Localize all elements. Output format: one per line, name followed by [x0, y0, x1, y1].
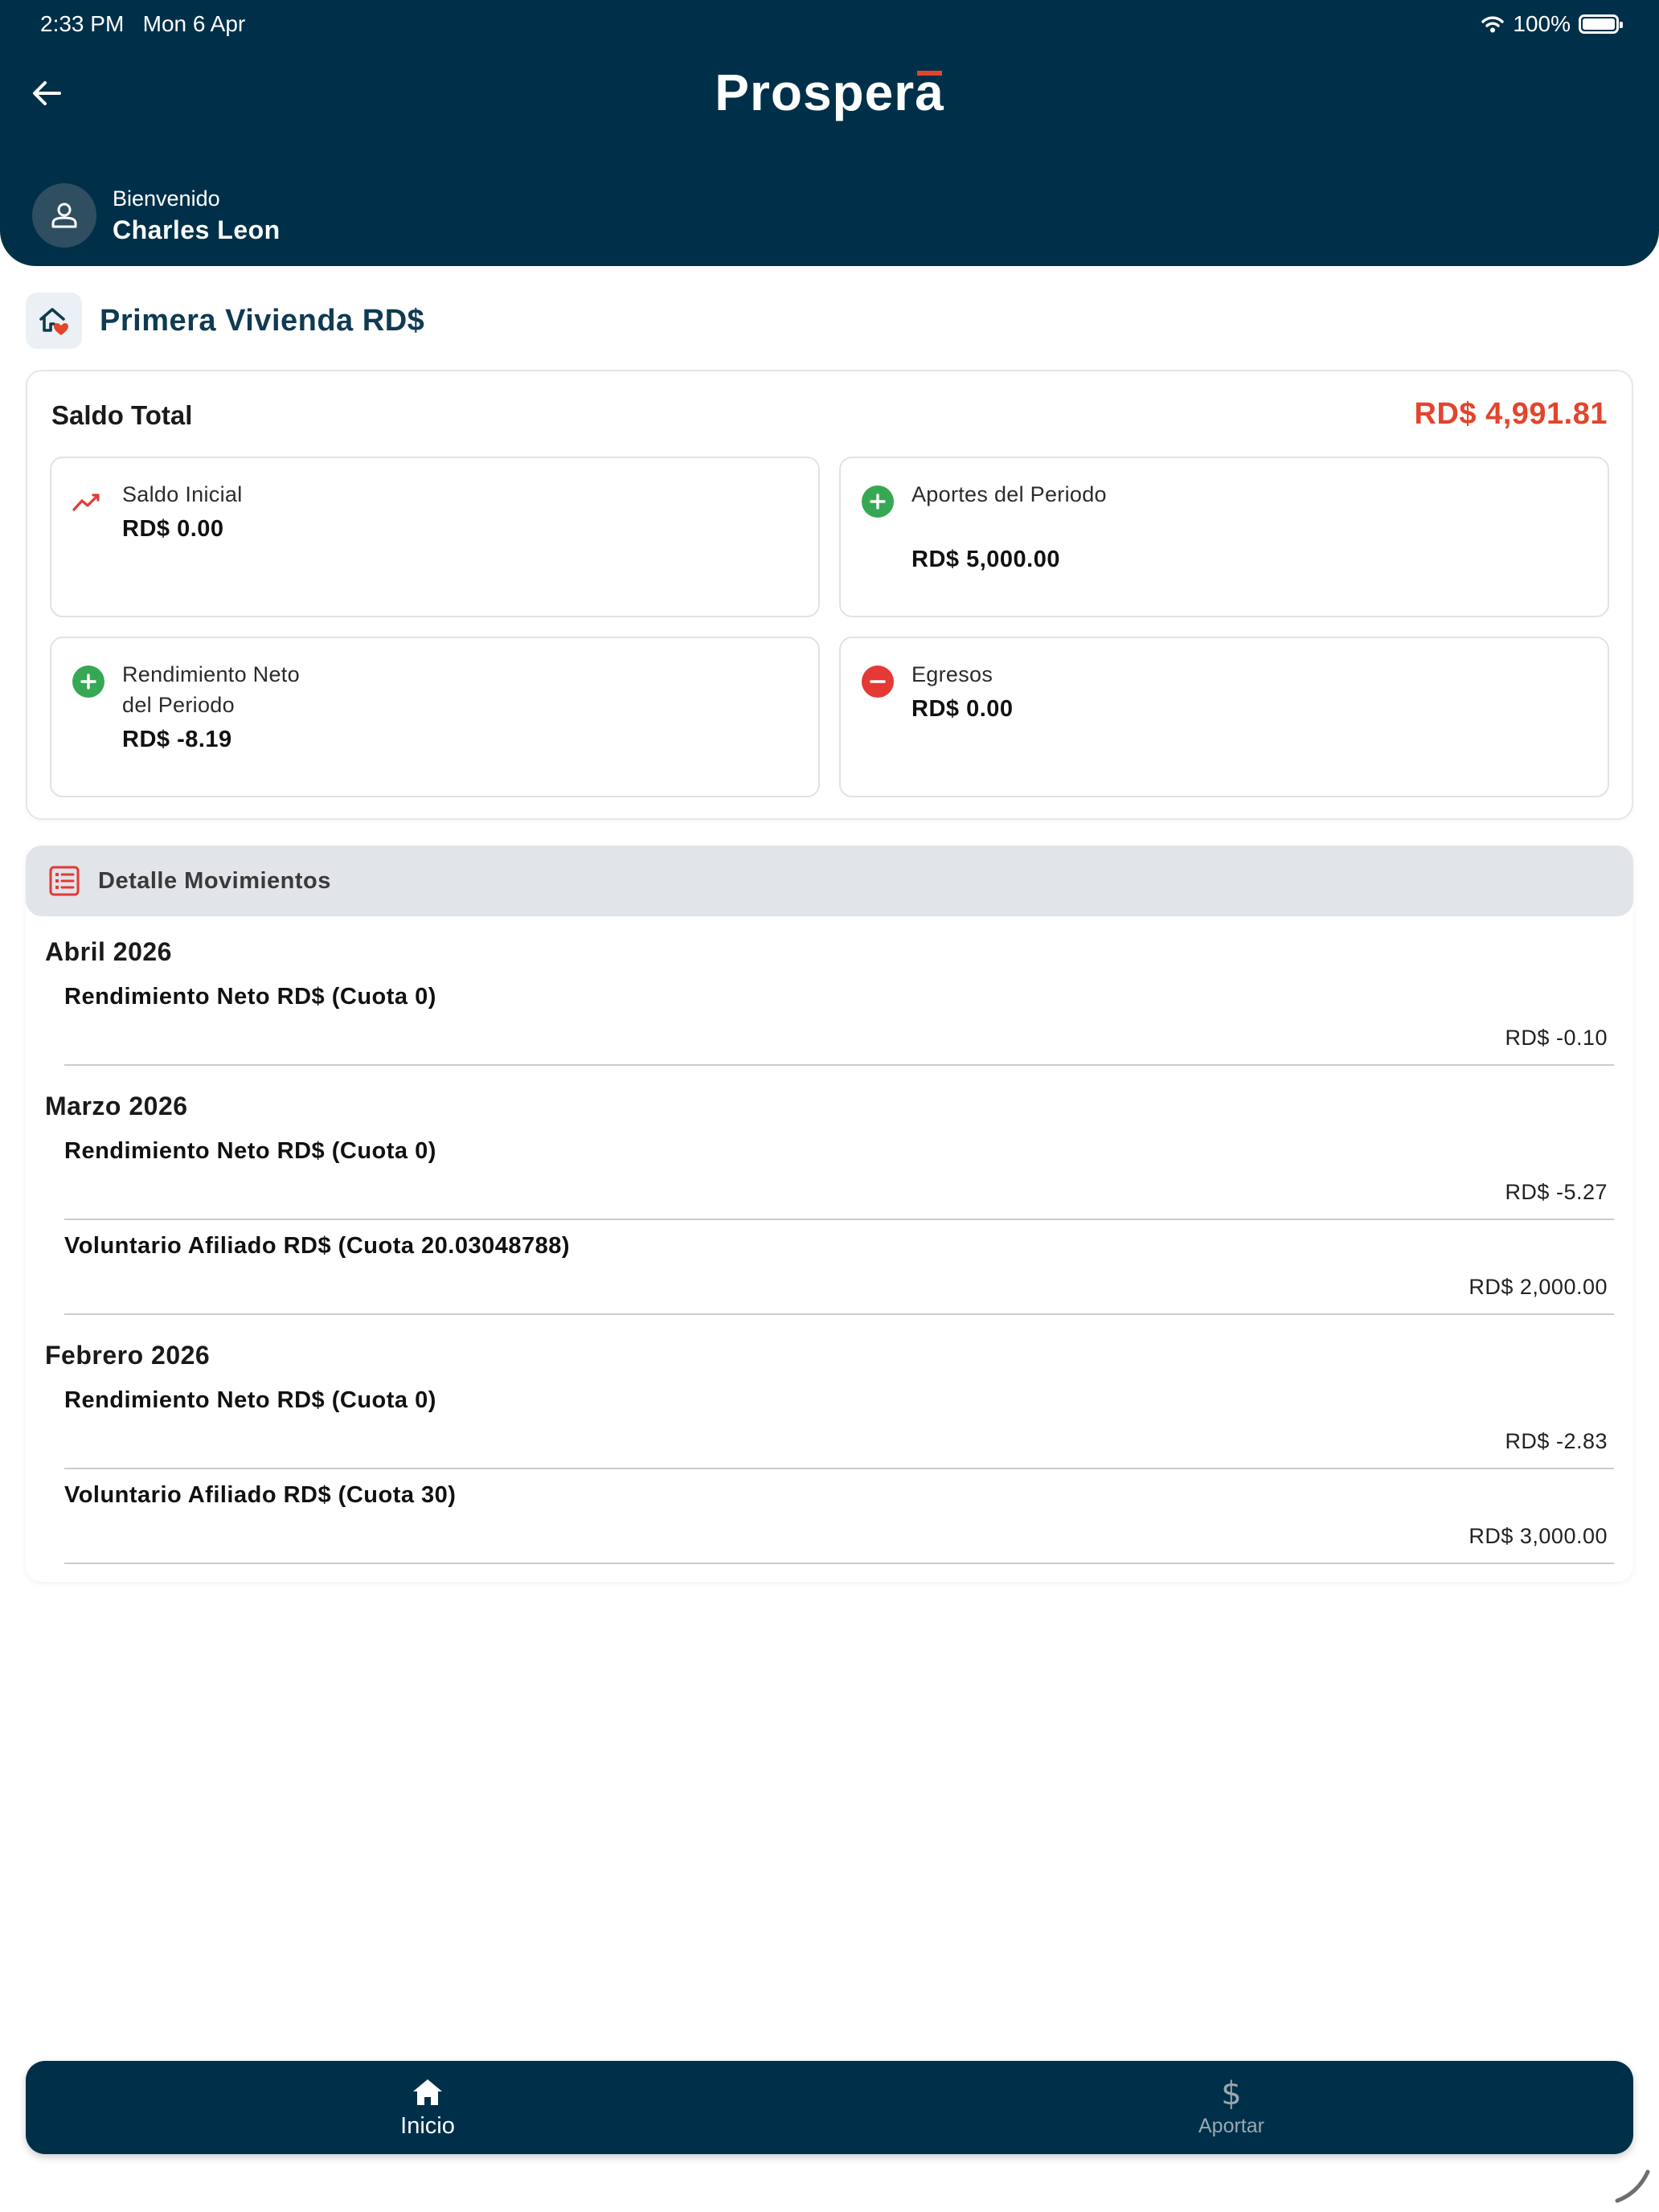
plus-circle-icon	[862, 485, 894, 518]
month-heading: Abril 2026	[45, 937, 172, 966]
movement-divider	[64, 1563, 1614, 1564]
movement-title: Rendimiento Neto RD$ (Cuota 0)	[64, 1138, 436, 1164]
avatar[interactable]	[32, 183, 96, 248]
movement-divider	[64, 1064, 1614, 1066]
wifi-icon	[1481, 16, 1505, 33]
movement-divider	[64, 1468, 1614, 1469]
nav-label: Inicio	[400, 2112, 455, 2139]
movement-title: Voluntario Afiliado RD$ (Cuota 30)	[64, 1482, 457, 1508]
movement-title: Rendimiento Neto RD$ (Cuota 0)	[64, 1387, 436, 1413]
nav-label: Aportar	[1198, 2114, 1264, 2137]
stat-label: Aportes del Periodo	[911, 482, 1107, 506]
movements-header[interactable]: Detalle Movimientos	[26, 846, 1633, 916]
stat-aportes: Aportes del Periodo RD$ 5,000.00	[839, 457, 1609, 617]
month-heading: Febrero 2026	[45, 1341, 211, 1370]
prospera-logo: Prospera	[0, 63, 1659, 122]
movement-amount: RD$ -0.10	[1505, 1026, 1608, 1050]
scroll-indicator-icon	[1615, 2169, 1650, 2203]
stat-label: Rendimiento Neto del Periodo	[122, 662, 300, 717]
nav-inicio[interactable]: Inicio	[26, 2061, 830, 2154]
stat-value: RD$ 5,000.00	[911, 547, 1060, 572]
movements-card: Detalle Movimientos Abril 2026 Rendimien…	[26, 846, 1633, 1582]
status-date: Mon 6 Apr	[142, 11, 246, 36]
plan-header: Primera Vivienda RD$	[26, 293, 424, 349]
stat-value: RD$ 0.00	[911, 696, 1014, 722]
movement-title: Voluntario Afiliado RD$ (Cuota 20.030487…	[64, 1233, 571, 1259]
plus-circle-icon	[72, 666, 104, 698]
stat-saldo-inicial: Saldo Inicial RD$ 0.00	[50, 457, 820, 617]
balance-card: Saldo Total RD$ 4,991.81 Saldo Inicial R…	[26, 370, 1633, 820]
battery-percent: 100%	[1513, 11, 1571, 36]
movement-divider	[64, 1219, 1614, 1220]
balance-value: RD$ 4,991.81	[1414, 397, 1608, 431]
stat-rendimiento: Rendimiento Neto del Periodo RD$ -8.19	[50, 637, 820, 797]
stat-label: Saldo Inicial	[122, 482, 243, 506]
stat-egresos: Egresos RD$ 0.00	[839, 637, 1609, 797]
bottom-nav: Inicio $ Aportar	[26, 2061, 1633, 2154]
app-header: 2:33 PM Mon 6 Apr 100% Prospera Bienveni…	[0, 0, 1659, 266]
house-heart-icon	[26, 293, 82, 349]
trend-icon	[72, 485, 104, 518]
nav-aportar[interactable]: $ Aportar	[830, 2061, 1633, 2154]
user-name: Charles Leon	[113, 215, 281, 244]
balance-label: Saldo Total	[51, 400, 193, 430]
month-heading: Marzo 2026	[45, 1092, 188, 1120]
movement-divider	[64, 1313, 1614, 1315]
plan-title: Primera Vivienda RD$	[100, 303, 425, 338]
movement-title: Rendimiento Neto RD$ (Cuota 0)	[64, 984, 436, 1010]
movement-amount: RD$ 2,000.00	[1469, 1275, 1608, 1299]
movements-title: Detalle Movimientos	[98, 867, 331, 894]
list-icon	[49, 866, 80, 896]
logo-text: Prosper	[715, 63, 916, 121]
stat-value: RD$ -8.19	[122, 727, 232, 752]
status-time: 2:33 PM	[40, 11, 125, 36]
stat-value: RD$ 0.00	[122, 516, 224, 542]
user-icon	[51, 203, 77, 228]
home-icon	[412, 2076, 444, 2108]
logo-accent-letter: a	[915, 63, 944, 121]
stat-label: Egresos	[911, 662, 993, 686]
battery-icon	[1579, 14, 1623, 34]
status-time-date: 2:33 PM Mon 6 Apr	[40, 11, 245, 37]
dollar-icon: $	[1221, 2075, 1242, 2112]
movement-amount: RD$ 3,000.00	[1469, 1524, 1608, 1548]
welcome-label: Bienvenido	[113, 186, 220, 211]
movement-amount: RD$ -2.83	[1505, 1429, 1608, 1453]
status-indicators: 100%	[1481, 11, 1623, 37]
status-bar: 2:33 PM Mon 6 Apr 100%	[40, 11, 1623, 40]
movement-amount: RD$ -5.27	[1505, 1180, 1608, 1204]
minus-circle-icon	[862, 666, 894, 698]
